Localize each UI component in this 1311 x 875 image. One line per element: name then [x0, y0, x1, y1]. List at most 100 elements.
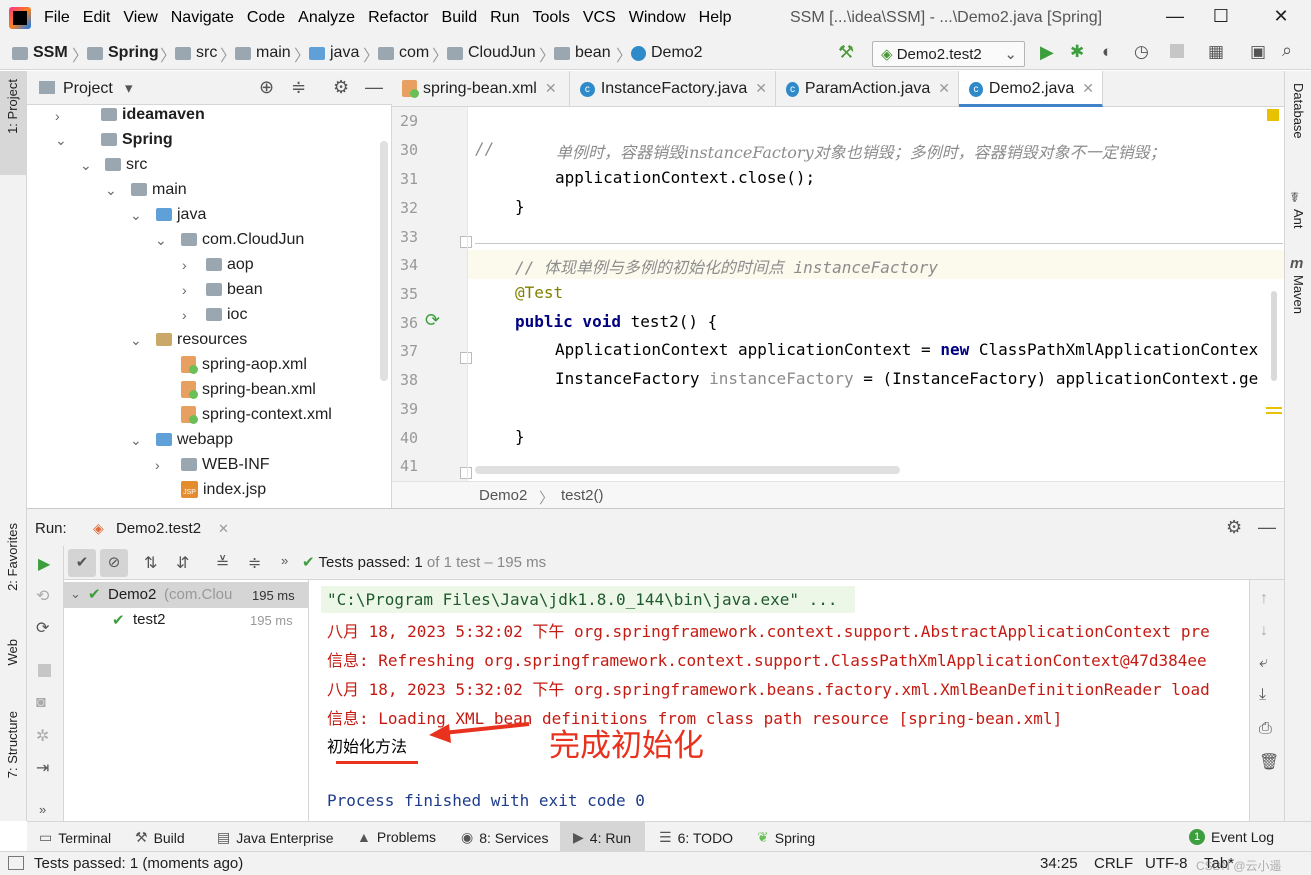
hide-panel-icon[interactable]: — — [1258, 517, 1276, 538]
breadcrumb-com[interactable]: com — [378, 44, 429, 62]
horizontal-scrollbar[interactable] — [475, 466, 900, 474]
maximize-icon[interactable]: ☐ — [1198, 6, 1244, 30]
tree-item-resources[interactable]: resources — [156, 327, 247, 352]
chevron-down-icon[interactable]: ▾ — [125, 79, 133, 97]
debug-icon[interactable]: ✱ — [1070, 42, 1084, 62]
breadcrumb-ssm[interactable]: SSM — [12, 44, 68, 62]
settings-icon[interactable]: ✲ — [36, 726, 49, 746]
run-tab-demo2-test2[interactable]: Demo2.test2 — [116, 520, 201, 537]
menu-window[interactable]: Window — [629, 9, 686, 27]
tree-item-main[interactable]: main — [131, 177, 187, 202]
breadcrumb-main[interactable]: main — [235, 44, 291, 62]
presentation-icon[interactable]: ▣ — [1250, 42, 1266, 62]
down-arrow-icon[interactable]: ↓ — [1260, 622, 1268, 640]
menu-run[interactable]: Run — [490, 9, 519, 27]
close-icon[interactable]: ✕ — [545, 80, 557, 107]
run-test-gutter-icon[interactable]: ⟳ — [425, 310, 440, 331]
tool-event-log[interactable]: 1 Event Log — [1189, 829, 1274, 845]
tool-spring[interactable]: ❦ Spring — [757, 829, 815, 846]
expand-all-icon[interactable]: ≚ — [216, 553, 229, 573]
tree-item-spring-bean-xml[interactable]: spring-bean.xml — [181, 377, 316, 402]
up-arrow-icon[interactable]: ↑ — [1260, 590, 1268, 608]
tab-demo2[interactable]: c Demo2.java ✕ — [959, 71, 1103, 107]
menu-navigate[interactable]: Navigate — [171, 9, 234, 27]
close-icon[interactable]: ✕ — [755, 80, 767, 107]
profile-icon[interactable]: ◷ — [1134, 42, 1149, 62]
show-ignored-icon[interactable]: ⊘ — [100, 549, 128, 577]
tree-item-ideamaven[interactable]: ideamaven — [101, 102, 205, 127]
gear-icon[interactable]: ⚙ — [1226, 517, 1242, 538]
more-icon[interactable]: » — [281, 553, 288, 568]
breadcrumb-java[interactable]: java — [309, 44, 359, 62]
build-hammer-icon[interactable]: ⚒ — [838, 42, 854, 63]
tree-item-spring-context-xml[interactable]: spring-context.xml — [181, 402, 332, 427]
inspection-warning-icon[interactable] — [1267, 109, 1279, 121]
locate-icon[interactable]: ⊕ — [259, 77, 274, 98]
import-icon[interactable]: ⇥ — [36, 758, 49, 778]
console-output[interactable]: "C:\Program Files\Java\jdk1.8.0_144\bin\… — [309, 580, 1249, 822]
tool-build[interactable]: ⚒ Build — [135, 829, 185, 846]
test-row-demo2[interactable]: ⌄ ✔ Demo2 (com.Clou 195 ms — [64, 582, 308, 608]
structure-tool-tab[interactable]: 7: Structure — [5, 711, 20, 778]
menu-file[interactable]: File — [44, 9, 70, 27]
fold-icon[interactable] — [460, 352, 472, 364]
menu-code[interactable]: Code — [247, 9, 285, 27]
breadcrumb-demo2[interactable]: Demo2 — [631, 44, 703, 62]
fold-icon[interactable] — [460, 467, 472, 479]
menu-vcs[interactable]: VCS — [583, 9, 616, 27]
fold-icon[interactable] — [460, 236, 472, 248]
file-encoding[interactable]: UTF-8 — [1145, 855, 1188, 872]
run-icon[interactable]: ▶ — [1040, 42, 1054, 63]
close-window-icon[interactable]: ✕ — [1258, 6, 1304, 30]
tree-item-src[interactable]: src — [105, 152, 147, 177]
tree-item-spring-aop-xml[interactable]: spring-aop.xml — [181, 352, 307, 377]
tree-item-web-inf[interactable]: WEB-INF — [181, 452, 270, 477]
database-tool-tab[interactable]: Database — [1291, 83, 1306, 139]
tree-item-aop[interactable]: aop — [206, 252, 254, 277]
scroll-to-end-icon[interactable]: ⤓ — [1259, 686, 1266, 704]
test-row-test2[interactable]: ✔ test2 195 ms — [64, 608, 308, 632]
gear-icon[interactable]: ⚙ — [333, 77, 349, 98]
menu-tools[interactable]: Tools — [532, 9, 569, 27]
line-separator[interactable]: CRLF — [1094, 855, 1133, 872]
breadcrumb-src[interactable]: src — [175, 44, 217, 62]
print-icon[interactable]: ⎙ — [1259, 720, 1272, 738]
tool-terminal[interactable]: ▭ Terminal — [39, 829, 111, 846]
coverage-icon[interactable]: ◐ — [1102, 42, 1112, 62]
menu-edit[interactable]: Edit — [83, 9, 111, 27]
tool-java-enterprise[interactable]: ▤ Java Enterprise — [217, 829, 334, 846]
breadcrumb-class[interactable]: Demo2 — [479, 487, 527, 504]
rerun-failed-icon[interactable]: ⟲ — [36, 586, 49, 606]
tool-services[interactable]: ◉ 8: Services — [461, 829, 548, 846]
hide-panel-icon[interactable]: — — [365, 77, 383, 98]
collapse-all-icon[interactable]: ≑ — [248, 553, 261, 573]
tool-problems[interactable]: ▲ Problems — [357, 829, 436, 845]
tree-item-webapp[interactable]: webapp — [156, 427, 233, 452]
tree-item-spring[interactable]: Spring — [101, 127, 173, 152]
tree-item-java[interactable]: java — [156, 202, 206, 227]
minimize-icon[interactable]: — — [1152, 6, 1198, 30]
collapse-all-icon[interactable]: ≑ — [291, 77, 306, 98]
ant-tool-tab[interactable]: Ant — [1291, 209, 1306, 229]
run-configuration-select[interactable]: ◈ Demo2.test2 ⌄ — [872, 41, 1025, 67]
camera-icon[interactable]: ◙ — [36, 694, 46, 712]
menu-help[interactable]: Help — [699, 9, 732, 27]
menu-build[interactable]: Build — [442, 9, 478, 27]
cursor-position[interactable]: 34:25 — [1040, 855, 1078, 872]
stop-icon[interactable] — [1170, 44, 1184, 58]
menu-analyze[interactable]: Analyze — [298, 9, 355, 27]
tab-instancefactory[interactable]: c InstanceFactory.java ✕ — [570, 71, 776, 107]
close-icon[interactable]: ✕ — [1082, 80, 1094, 104]
project-tool-tab[interactable]: 1: Project — [0, 71, 26, 175]
project-scrollbar[interactable] — [380, 141, 388, 381]
tool-run[interactable]: ▶ 4: Run — [573, 829, 631, 846]
editor-scrollbar[interactable] — [1271, 291, 1277, 381]
soft-wrap-icon[interactable]: ⤶ — [1259, 654, 1268, 672]
breadcrumb-method[interactable]: test2() — [561, 487, 604, 504]
project-structure-icon[interactable]: ▦ — [1208, 42, 1224, 62]
tool-window-toggle-icon[interactable] — [8, 856, 24, 870]
web-tool-tab[interactable]: Web — [5, 639, 20, 666]
maven-tool-tab[interactable]: Maven — [1291, 275, 1306, 314]
menu-refactor[interactable]: Refactor — [368, 9, 428, 27]
toggle-autotest-icon[interactable]: ⟳ — [36, 618, 49, 638]
